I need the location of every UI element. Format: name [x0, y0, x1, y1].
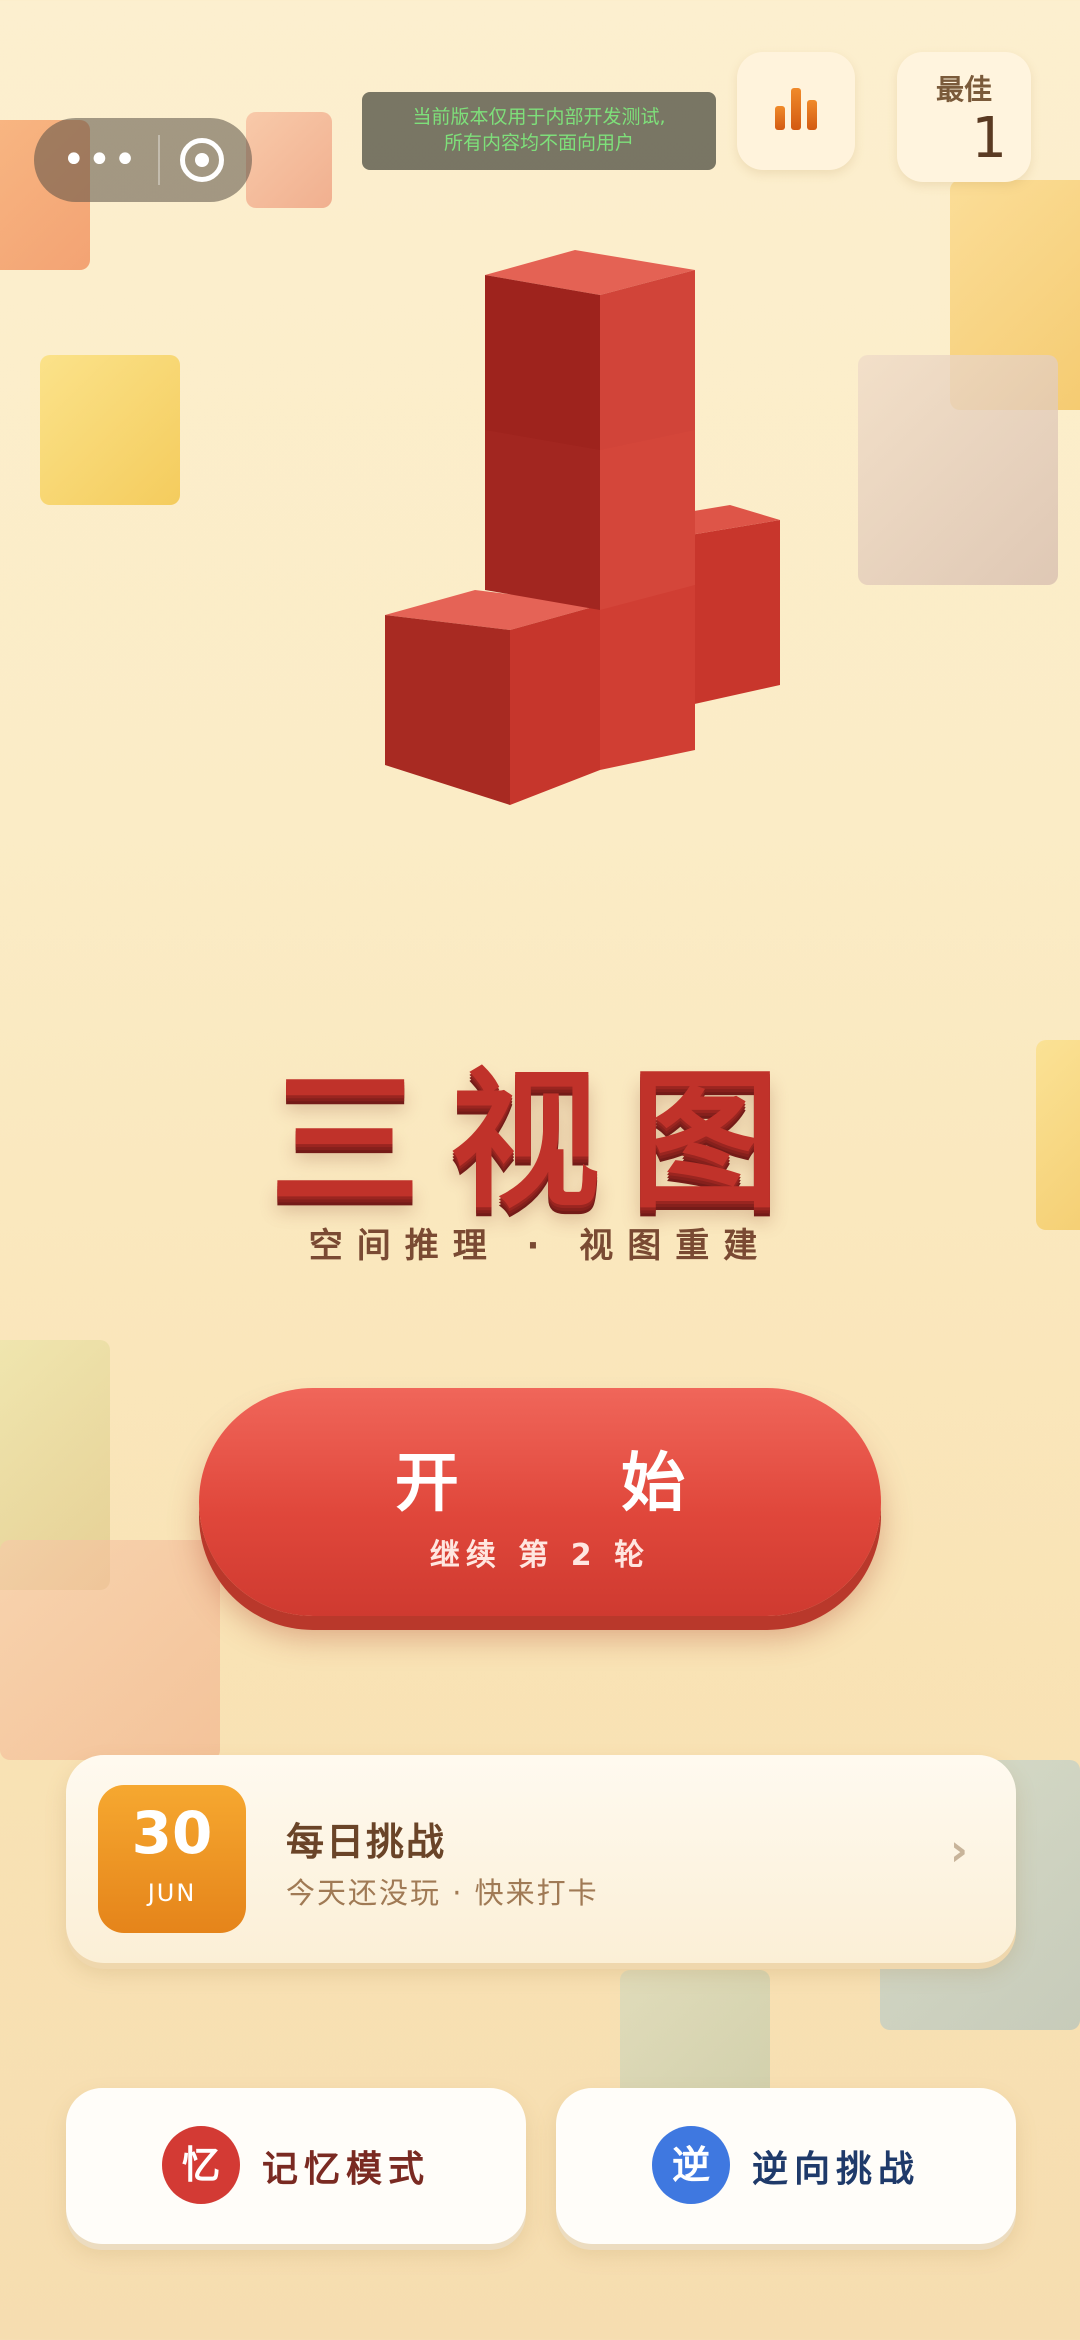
daily-challenge-card[interactable]: 30 JUN 每日挑战 今天还没玩 · 快来打卡 › — [66, 1755, 1016, 1963]
reverse-challenge-icon: 逆 — [652, 2126, 730, 2204]
target-circle-icon[interactable] — [180, 138, 224, 182]
calendar-date-badge: 30 JUN — [98, 1785, 246, 1933]
more-dots-icon[interactable]: ••• — [62, 140, 139, 180]
memory-mode-label: 记忆模式 — [262, 2149, 431, 2190]
start-button-label: 开 始 — [394, 1447, 756, 1521]
bar-chart-icon-bar — [791, 88, 801, 130]
notice-line-2: 所有内容均不面向用户 — [443, 132, 634, 154]
best-score-card: 最佳 1 — [897, 52, 1031, 182]
start-button[interactable]: 开 始 继续 第 2 轮 — [199, 1388, 881, 1616]
start-button-sublabel: 继续 第 2 轮 — [429, 1538, 651, 1573]
daily-challenge-status: 今天还没玩 · 快来打卡 — [286, 1876, 599, 1910]
chevron-right-icon: › — [949, 1825, 968, 1876]
game-subtitle: 空间推理 · 视图重建 — [308, 1226, 772, 1266]
daily-challenge-title: 每日挑战 — [286, 1820, 447, 1864]
best-score-value: 1 — [971, 106, 1007, 171]
stats-button[interactable] — [737, 52, 855, 170]
reverse-challenge-button[interactable]: 逆 逆向挑战 — [556, 2088, 1016, 2244]
bar-chart-icon — [775, 106, 785, 130]
date-day: 30 — [131, 1799, 213, 1867]
best-score-label: 最佳 — [935, 73, 992, 106]
cube-illustration — [385, 250, 780, 805]
mini-program-capsule: ••• — [34, 118, 252, 202]
game-title: 三视图 — [269, 1055, 810, 1229]
memory-mode-icon: 忆 — [162, 2126, 240, 2204]
bar-chart-icon-bar — [807, 100, 817, 130]
capsule-divider — [158, 135, 161, 185]
date-month: JUN — [147, 1879, 197, 1907]
memory-mode-button[interactable]: 忆 记忆模式 — [66, 2088, 526, 2244]
dev-notice-banner: 当前版本仅用于内部开发测试, 所有内容均不面向用户 — [362, 92, 716, 170]
notice-line-1: 当前版本仅用于内部开发测试, — [412, 106, 666, 128]
reverse-challenge-label: 逆向挑战 — [752, 2149, 921, 2190]
